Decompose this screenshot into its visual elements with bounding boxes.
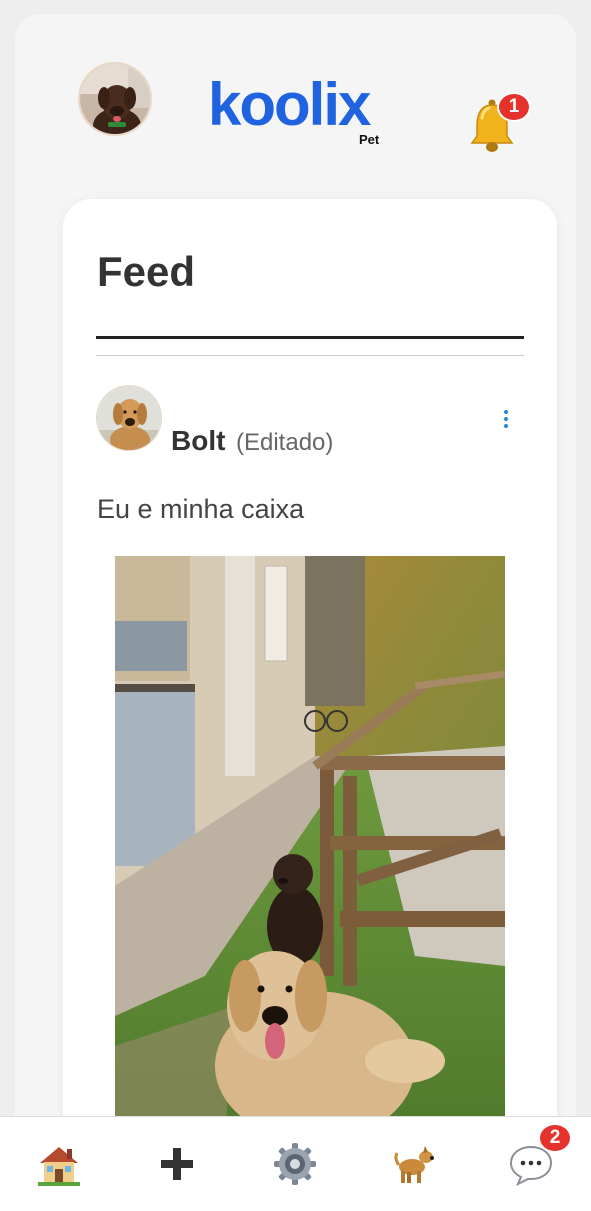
post-edited-label: (Editado) [236,429,334,456]
home-icon[interactable] [36,1141,82,1187]
header: koolix Pet 1 [15,14,576,184]
logo-text: koolix [208,71,371,138]
feed-card: Feed Bolt (Editado) Eu e minha caixa [63,199,557,1211]
koolix-logo: koolix Pet [208,70,398,150]
messages-badge: 2 [538,1123,572,1153]
post-text: Eu e minha caixa [97,494,305,524]
profile-avatar-photo [80,64,150,134]
gear-icon[interactable] [272,1141,318,1187]
plus-icon[interactable] [154,1141,200,1187]
post-image-photo [115,556,505,1136]
section-divider [96,355,524,356]
post-author-avatar[interactable] [96,385,162,451]
profile-avatar[interactable] [78,62,152,136]
dog-icon[interactable] [390,1141,436,1187]
post-author-name[interactable]: Bolt [171,425,225,457]
title-divider [96,336,524,339]
app-container: koolix Pet 1 Feed Bolt (Editado) Eu e mi… [15,14,576,1211]
bottom-nav: 2 [0,1116,591,1211]
post-author-avatar-photo [97,386,161,450]
post-options-menu-icon[interactable] [499,407,513,437]
logo-subtext: Pet [359,132,380,147]
feed-title: Feed [97,248,196,295]
post-image[interactable] [115,556,505,1136]
notifications-badge: 1 [497,92,531,122]
